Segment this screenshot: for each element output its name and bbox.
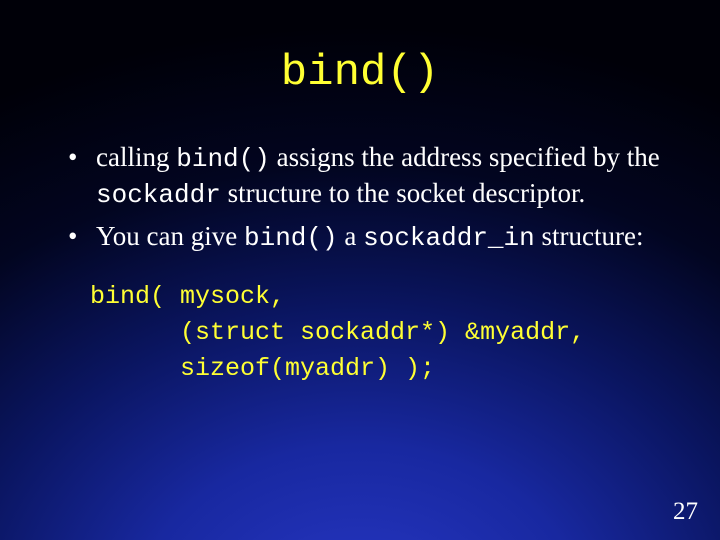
bullet-text: calling <box>96 142 176 172</box>
page-number: 27 <box>673 498 698 526</box>
bullet-text: assigns the address specified by the <box>270 142 660 172</box>
slide-title: bind() <box>58 48 662 98</box>
inline-code: sockaddr <box>96 180 221 210</box>
inline-code: bind() <box>176 144 270 174</box>
bullet-text: You can give <box>96 221 244 251</box>
bullet-list: calling bind() assigns the address speci… <box>66 140 662 255</box>
slide-container: bind() calling bind() assigns the addres… <box>0 0 720 540</box>
bullet-text: structure to the socket descriptor. <box>221 178 585 208</box>
inline-code: bind() <box>244 223 338 253</box>
code-example: bind( mysock, (struct sockaddr*) &myaddr… <box>90 279 662 388</box>
bullet-text: a <box>338 221 363 251</box>
bullet-text: structure: <box>535 221 644 251</box>
bullet-item: calling bind() assigns the address speci… <box>66 140 662 213</box>
bullet-item: You can give bind() a sockaddr_in struct… <box>66 219 662 255</box>
inline-code: sockaddr_in <box>363 223 535 253</box>
